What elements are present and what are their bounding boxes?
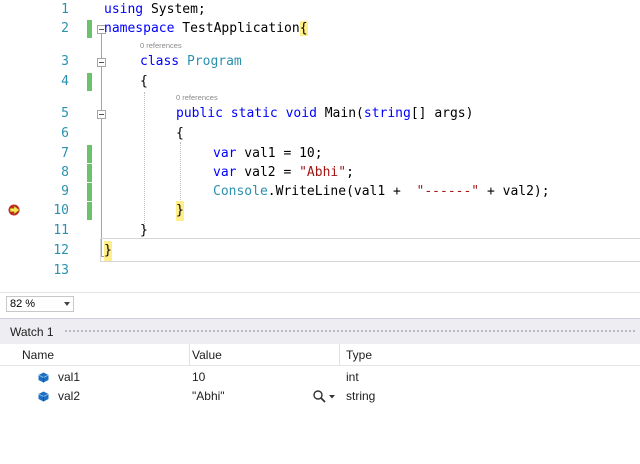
watch-row[interactable]: val1 10 int [0, 368, 640, 387]
change-marker [87, 183, 92, 201]
variable-icon [38, 372, 49, 383]
line-number: 10 [53, 203, 69, 218]
codelens-references[interactable]: 0 references [140, 41, 182, 51]
code-line: 9 Console.WriteLine(val1 + "------" + va… [0, 182, 640, 202]
column-header-type[interactable]: Type [340, 344, 372, 366]
watch-title-bar[interactable]: Watch 1 [0, 318, 640, 344]
code-line: 1 using System; [0, 0, 640, 20]
watch-name[interactable]: val1 [58, 368, 80, 387]
watch-row[interactable]: val2 "Abhi" string [0, 387, 640, 406]
column-header-name[interactable]: Name [16, 344, 54, 366]
keyword: namespace [104, 21, 175, 36]
line-number: 13 [53, 263, 69, 278]
dropdown-arrow-icon [64, 302, 70, 306]
code-text[interactable]: Console.WriteLine(val1 + "------" + val2… [213, 182, 550, 202]
code-text[interactable]: { [140, 72, 148, 92]
line-number: 5 [61, 106, 69, 121]
change-marker [87, 20, 92, 38]
keyword: string [363, 106, 411, 121]
watch-title: Watch 1 [10, 325, 54, 339]
watch-name[interactable]: val2 [58, 387, 80, 406]
collapse-icon[interactable] [97, 58, 106, 67]
code-line: 2 namespace TestApplication{ [0, 19, 640, 39]
codelens-references[interactable]: 0 references [176, 93, 218, 103]
line-number: 12 [53, 243, 69, 258]
code-editor[interactable]: 1 using System; 2 namespace TestApplicat… [0, 0, 640, 292]
code-line: 12 } [0, 241, 640, 261]
code-text[interactable]: using System; [104, 0, 206, 20]
panel-grip[interactable] [64, 329, 636, 334]
type-name: Console [213, 184, 268, 199]
line-number: 8 [61, 165, 69, 180]
keyword: using [104, 2, 144, 17]
watch-type: string [346, 389, 376, 403]
line-number: 2 [61, 21, 69, 36]
line-number: 11 [53, 223, 69, 238]
code-token: TestApplication [174, 21, 300, 36]
keyword: public [176, 106, 223, 121]
zoom-level-dropdown[interactable]: 82 % [6, 296, 74, 312]
code-line: 6 { [0, 124, 640, 144]
line-number: 1 [61, 2, 69, 17]
magnifier-icon[interactable] [312, 389, 342, 404]
line-number: 6 [61, 126, 69, 141]
current-statement-brace[interactable]: } [176, 201, 184, 221]
watch-value[interactable]: 10 [192, 368, 205, 387]
type-name: Program [186, 54, 242, 69]
variable-icon [38, 391, 49, 402]
code-token: val1 = 10; [236, 146, 323, 161]
change-marker [87, 145, 92, 163]
change-marker [87, 164, 92, 182]
watch-type: int [346, 370, 359, 384]
zoom-level-value: 82 % [10, 298, 36, 310]
watch-value[interactable]: "Abhi" [192, 387, 225, 406]
watch-column-header: Name Value Type [0, 344, 640, 366]
code-line: 13 [0, 261, 640, 281]
keyword: static [230, 106, 278, 121]
code-token: System; [143, 2, 206, 17]
string-literal: "------" [416, 184, 480, 199]
matched-brace: { [299, 21, 308, 36]
keyword: var [213, 165, 237, 180]
string-literal: "Abhi" [299, 165, 347, 180]
code-token: .WriteLine(val1 + [267, 184, 417, 199]
code-text[interactable]: class Program [140, 52, 242, 72]
code-token: [] args) [410, 106, 474, 121]
code-line: 4 { [0, 72, 640, 92]
code-line-current: 10 } [0, 201, 640, 221]
code-token: val2 = [236, 165, 300, 180]
keyword: class [140, 54, 180, 69]
code-text[interactable]: public static void Main(string[] args) [176, 104, 473, 124]
editor-status-strip: 82 % [0, 292, 640, 314]
code-line: 3 class Program [0, 52, 640, 72]
code-text[interactable]: { [176, 124, 184, 144]
matched-brace[interactable]: } [104, 241, 112, 261]
column-header-value[interactable]: Value [186, 344, 222, 366]
code-token: + val2); [479, 184, 550, 199]
keyword: var [213, 146, 237, 161]
code-line: 5 public static void Main(string[] args) [0, 104, 640, 124]
keyword: void [285, 106, 317, 121]
code-text[interactable]: } [140, 221, 148, 241]
change-marker [87, 202, 92, 220]
collapse-icon[interactable] [97, 110, 106, 119]
line-number: 3 [61, 54, 69, 69]
code-text[interactable]: namespace TestApplication{ [104, 19, 308, 39]
line-number: 9 [61, 184, 69, 199]
code-line: 11 } [0, 221, 640, 241]
code-line: 7 var val1 = 10; [0, 144, 640, 164]
code-token: Main( [316, 106, 364, 121]
change-marker [87, 73, 92, 91]
watch-window: Watch 1 Name Value Type val1 10 int val2… [0, 318, 640, 464]
code-text[interactable]: var val2 = "Abhi"; [213, 163, 354, 183]
line-number: 7 [61, 146, 69, 161]
code-line: 8 var val2 = "Abhi"; [0, 163, 640, 183]
code-text[interactable]: var val1 = 10; [213, 144, 323, 164]
line-number: 4 [61, 74, 69, 89]
code-token: ; [346, 165, 354, 180]
